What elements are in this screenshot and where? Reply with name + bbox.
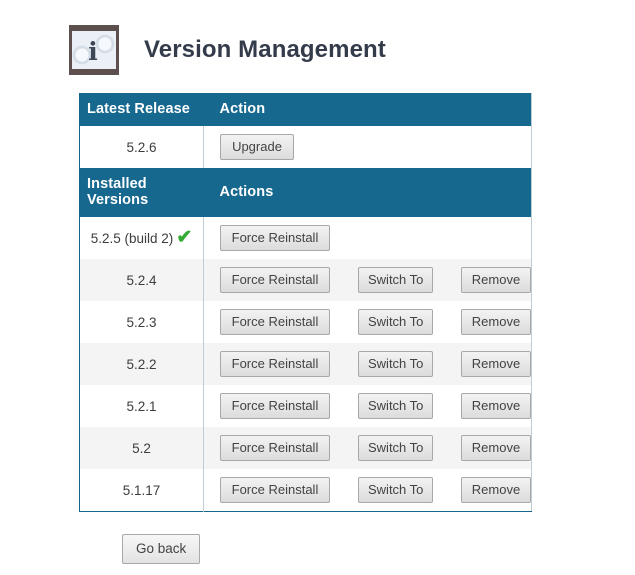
version-cell: 5.1.17 (79, 469, 204, 512)
version-label: 5.2.1 (126, 398, 157, 414)
installed-versions-header-row: Installed Versions Actions (79, 168, 532, 217)
version-cell: 5.2 (79, 427, 204, 469)
force-reinstall-button[interactable]: Force Reinstall (220, 266, 330, 294)
remove-button[interactable]: Remove (461, 434, 531, 462)
column-header-action: Action (203, 93, 532, 126)
force-reinstall-button[interactable]: Force Reinstall (220, 224, 330, 252)
remove-button[interactable]: Remove (461, 392, 531, 420)
version-management-table: Latest Release Action 5.2.6 Upgrade Inst… (79, 93, 532, 512)
info-image-icon: i (69, 25, 119, 75)
actions-cell: Force Reinstall Switch To Remove (203, 301, 532, 343)
version-cell: 5.2.1 (79, 385, 204, 427)
table-row: 5.2.1 Force Reinstall Switch To Remove (79, 385, 532, 427)
latest-release-header-row: Latest Release Action (79, 93, 532, 126)
version-cell: 5.2.2 (79, 343, 204, 385)
actions-cell: Force Reinstall Switch To Remove (203, 259, 532, 301)
version-table-container: Latest Release Action 5.2.6 Upgrade Inst… (79, 93, 532, 512)
switch-to-button[interactable]: Switch To (358, 266, 433, 294)
switch-to-button[interactable]: Switch To (358, 434, 433, 462)
switch-to-button[interactable]: Switch To (358, 476, 433, 504)
version-cell: 5.2.4 (79, 259, 204, 301)
table-row: 5.2.3 Force Reinstall Switch To Remove (79, 301, 532, 343)
force-reinstall-button[interactable]: Force Reinstall (220, 476, 330, 504)
footer: Go back (122, 534, 635, 564)
switch-to-button[interactable]: Switch To (358, 350, 433, 378)
switch-to-button[interactable]: Switch To (358, 308, 433, 336)
version-label: 5.2 (132, 440, 151, 456)
version-label: 5.2.5 (build 2) (90, 230, 174, 246)
column-header-installed-versions: Installed Versions (79, 168, 204, 217)
table-row: 5.2.2 Force Reinstall Switch To Remove (79, 343, 532, 385)
version-label: 5.2.2 (126, 356, 157, 372)
table-row: 5.2.4 Force Reinstall Switch To Remove (79, 259, 532, 301)
version-cell: 5.2.5 (build 2) ✔ (79, 217, 204, 259)
latest-release-row: 5.2.6 Upgrade (79, 126, 532, 168)
column-header-latest-release: Latest Release (79, 93, 204, 126)
table-row: 5.2.5 (build 2) ✔ Force Reinstall (79, 217, 532, 259)
table-row: 5.1.17 Force Reinstall Switch To Remove (79, 469, 532, 512)
upgrade-button[interactable]: Upgrade (220, 133, 294, 161)
force-reinstall-button[interactable]: Force Reinstall (220, 392, 330, 420)
latest-release-version: 5.2.6 (126, 139, 157, 155)
go-back-button[interactable]: Go back (122, 534, 201, 564)
active-check-icon: ✔ (176, 226, 193, 248)
remove-button[interactable]: Remove (461, 350, 531, 378)
force-reinstall-button[interactable]: Force Reinstall (220, 350, 330, 378)
actions-cell: Force Reinstall Switch To Remove (203, 343, 532, 385)
latest-release-version-cell: 5.2.6 (79, 126, 204, 168)
actions-cell: Force Reinstall Switch To Remove (203, 385, 532, 427)
version-label: 5.1.17 (122, 482, 161, 498)
actions-cell: Force Reinstall Switch To Remove (203, 469, 532, 512)
version-label: 5.2.4 (126, 272, 157, 288)
page-header: i Version Management (0, 0, 635, 78)
version-cell: 5.2.3 (79, 301, 204, 343)
latest-release-action-cell: Upgrade (203, 126, 532, 168)
page-title: Version Management (144, 36, 386, 63)
remove-button[interactable]: Remove (461, 476, 531, 504)
switch-to-button[interactable]: Switch To (358, 392, 433, 420)
column-header-actions: Actions (203, 168, 532, 217)
remove-button[interactable]: Remove (461, 308, 531, 336)
remove-button[interactable]: Remove (461, 266, 531, 294)
svg-text:i: i (88, 37, 98, 66)
actions-cell: Force Reinstall Switch To Remove (203, 427, 532, 469)
table-row: 5.2 Force Reinstall Switch To Remove (79, 427, 532, 469)
version-label: 5.2.3 (126, 314, 157, 330)
force-reinstall-button[interactable]: Force Reinstall (220, 434, 330, 462)
actions-cell: Force Reinstall (203, 217, 532, 259)
force-reinstall-button[interactable]: Force Reinstall (220, 308, 330, 336)
